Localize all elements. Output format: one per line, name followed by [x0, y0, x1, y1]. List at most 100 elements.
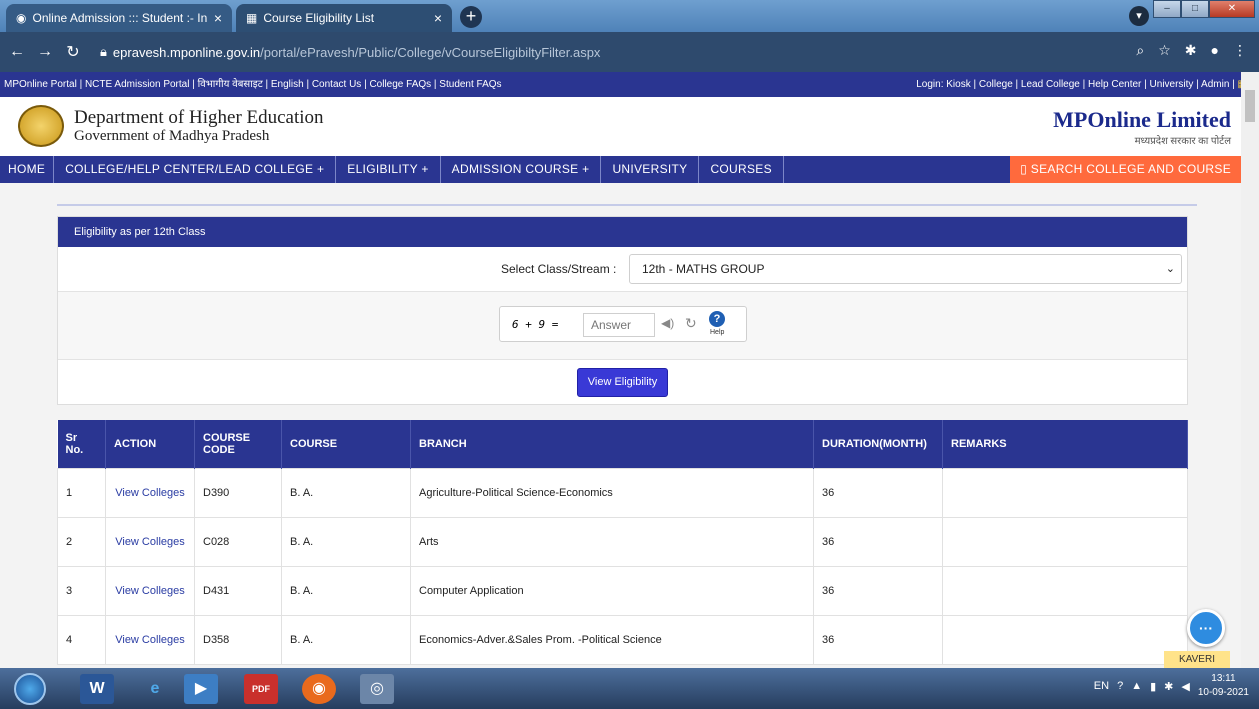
col-remarks: REMARKS: [942, 420, 1188, 468]
branch-cell: Agriculture-Political Science-Economics: [410, 467, 814, 518]
site-header: Department of Higher Education Governmen…: [0, 97, 1241, 154]
extensions-icon[interactable]: ✱: [1185, 42, 1197, 59]
minimize-button[interactable]: –: [1153, 0, 1181, 18]
volume-icon[interactable]: ◀: [1181, 680, 1189, 693]
nav-courses[interactable]: COURSES: [699, 156, 784, 183]
nav-eligibility[interactable]: ELIGIBILITY +: [336, 156, 441, 183]
duration-cell: 36: [813, 614, 943, 665]
view-colleges-link[interactable]: View Colleges: [105, 614, 195, 665]
new-tab-button[interactable]: +: [460, 6, 482, 28]
chatbot-label[interactable]: KAVERI: [1164, 651, 1230, 669]
internet-explorer-icon[interactable]: e: [138, 674, 172, 704]
window-controls: – □ ✕: [1153, 0, 1255, 18]
clock[interactable]: 13:11 10-09-2021: [1198, 672, 1249, 700]
branch-cell: Arts: [410, 516, 814, 567]
mponline-logo: MPOnline Limited मध्यप्रदेश सरकार का पोर…: [1053, 107, 1231, 147]
stream-select[interactable]: 12th - MATHS GROUP ⌄: [629, 254, 1182, 284]
pdf-app-icon[interactable]: PDF: [244, 674, 278, 704]
firefox-icon[interactable]: ◉: [302, 674, 336, 704]
eligibility-panel: Eligibility as per 12th Class Select Cla…: [57, 216, 1188, 405]
globe-icon: ◉: [16, 11, 27, 25]
sr-cell: 1: [57, 467, 106, 518]
close-tab-icon[interactable]: ×: [434, 10, 442, 26]
nav-university[interactable]: UNIVERSITY: [601, 156, 700, 183]
nav-college[interactable]: COLLEGE/HELP CENTER/LEAD COLLEGE +: [54, 156, 337, 183]
chrome-icon[interactable]: ◎: [360, 674, 394, 704]
col-sr: Sr No.: [57, 420, 106, 468]
search-college-course-button[interactable]: ▯ SEARCH COLLEGE AND COURSE: [1010, 156, 1241, 183]
lock-icon: 🔒︎: [100, 44, 107, 59]
windows-taskbar: W e ▶ PDF ◉ ◎ EN ? ▲ ▮ ✱ ◀ 13:11 10-09-2…: [0, 668, 1259, 709]
network-icon[interactable]: ▮: [1150, 680, 1156, 693]
view-colleges-link[interactable]: View Colleges: [105, 565, 195, 616]
course-code-cell: D358: [194, 614, 282, 665]
audio-speaker-icon[interactable]: ◀): [661, 316, 674, 330]
duration-cell: 36: [813, 467, 943, 518]
view-colleges-link[interactable]: View Colleges: [105, 467, 195, 518]
chat-bubble-icon[interactable]: ···: [1187, 609, 1225, 647]
tab-course-eligibility[interactable]: ▦ Course Eligibility List ×: [236, 4, 452, 32]
search-box-icon: ▯: [1020, 162, 1031, 176]
branch-cell: Economics-Adver.&Sales Prom. -Political …: [410, 614, 814, 665]
language-indicator[interactable]: EN: [1094, 680, 1109, 692]
tab-label: Online Admission ::: Student :- In: [32, 11, 208, 25]
captcha-row: 6 + 9 = Answer ◀) ↻ ? Help: [58, 292, 1187, 360]
bookmark-star-icon[interactable]: ☆: [1158, 42, 1171, 59]
captcha-question: 6 + 9 =: [512, 318, 559, 331]
sr-cell: 4: [57, 614, 106, 665]
page-scrollbar[interactable]: [1241, 72, 1259, 668]
help-icon[interactable]: ?: [709, 311, 725, 327]
nav-admission-course[interactable]: ADMISSION COURSE +: [441, 156, 602, 183]
tab-online-admission[interactable]: ◉ Online Admission ::: Student :- In ×: [6, 4, 232, 32]
browser-tab-strip: ◉ Online Admission ::: Student :- In × ▦…: [0, 0, 1259, 32]
col-course: COURSE: [281, 420, 411, 468]
start-button[interactable]: [14, 673, 46, 705]
mp-emblem-logo: [18, 105, 64, 147]
login-links[interactable]: Login: Kiosk | College | Lead College | …: [916, 79, 1235, 90]
clock-time: 13:11: [1211, 673, 1236, 684]
course-cell: B. A.: [281, 565, 411, 616]
reload-icon[interactable]: ↻: [62, 42, 84, 62]
forward-icon[interactable]: →: [34, 43, 56, 61]
show-hidden-icons[interactable]: ▲: [1131, 680, 1142, 692]
view-colleges-link[interactable]: View Colleges: [105, 516, 195, 567]
chevron-down-icon: ⌄: [1165, 263, 1175, 275]
divider: [57, 204, 1197, 206]
profile-icon[interactable]: ▾: [1129, 6, 1149, 26]
duration-cell: 36: [813, 565, 943, 616]
close-window-button[interactable]: ✕: [1209, 0, 1255, 18]
government-subtitle: Government of Madhya Pradesh: [74, 128, 270, 144]
media-player-icon[interactable]: ▶: [184, 674, 218, 704]
word-app-icon[interactable]: W: [80, 674, 114, 704]
sr-cell: 2: [57, 516, 106, 567]
url-path: /portal/ePravesh/Public/College/vCourseE…: [260, 44, 601, 60]
site-favicon-icon: ▦: [246, 11, 258, 25]
help-tray-icon[interactable]: ?: [1117, 680, 1123, 692]
maximize-button[interactable]: □: [1181, 0, 1209, 18]
captcha-box: 6 + 9 = Answer ◀) ↻ ? Help: [499, 306, 747, 342]
nav-home[interactable]: HOME: [0, 156, 55, 183]
scrollbar-thumb[interactable]: [1245, 90, 1255, 122]
chatbot-widget[interactable]: ···: [1183, 609, 1229, 651]
search-label: SEARCH COLLEGE AND COURSE: [1030, 162, 1231, 176]
captcha-answer-input[interactable]: Answer: [583, 313, 655, 337]
brand-name: MPOnline Limited: [1053, 107, 1231, 132]
bluetooth-icon[interactable]: ✱: [1164, 680, 1173, 693]
stream-select-value: 12th - MATHS GROUP: [642, 262, 765, 276]
back-icon[interactable]: ←: [6, 43, 28, 61]
remarks-cell: [942, 565, 1188, 616]
menu-kebab-icon[interactable]: ⋮: [1233, 42, 1247, 59]
table-row: 1 View Colleges D390 B. A. Agriculture-P…: [57, 467, 1188, 518]
refresh-captcha-icon[interactable]: ↻: [685, 315, 697, 332]
portal-links[interactable]: MPOnline Portal | NCTE Admission Portal …: [4, 79, 502, 90]
url-field[interactable]: 🔒︎ epravesh.mponline.gov.in/portal/ePrav…: [100, 44, 600, 60]
sr-cell: 3: [57, 565, 106, 616]
account-icon[interactable]: ●: [1211, 42, 1219, 59]
col-course-code: COURSE CODE: [194, 420, 282, 468]
zoom-icon[interactable]: ⌕: [1136, 42, 1144, 59]
close-tab-icon[interactable]: ×: [214, 10, 222, 26]
table-row: 2 View Colleges C028 B. A. Arts 36: [57, 516, 1188, 567]
system-tray: EN ? ▲ ▮ ✱ ◀ 13:11 10-09-2021: [1094, 672, 1249, 700]
table-header-row: Sr No. ACTION COURSE CODE COURSE BRANCH …: [57, 420, 1188, 468]
view-eligibility-button[interactable]: View Eligibility: [577, 368, 668, 397]
